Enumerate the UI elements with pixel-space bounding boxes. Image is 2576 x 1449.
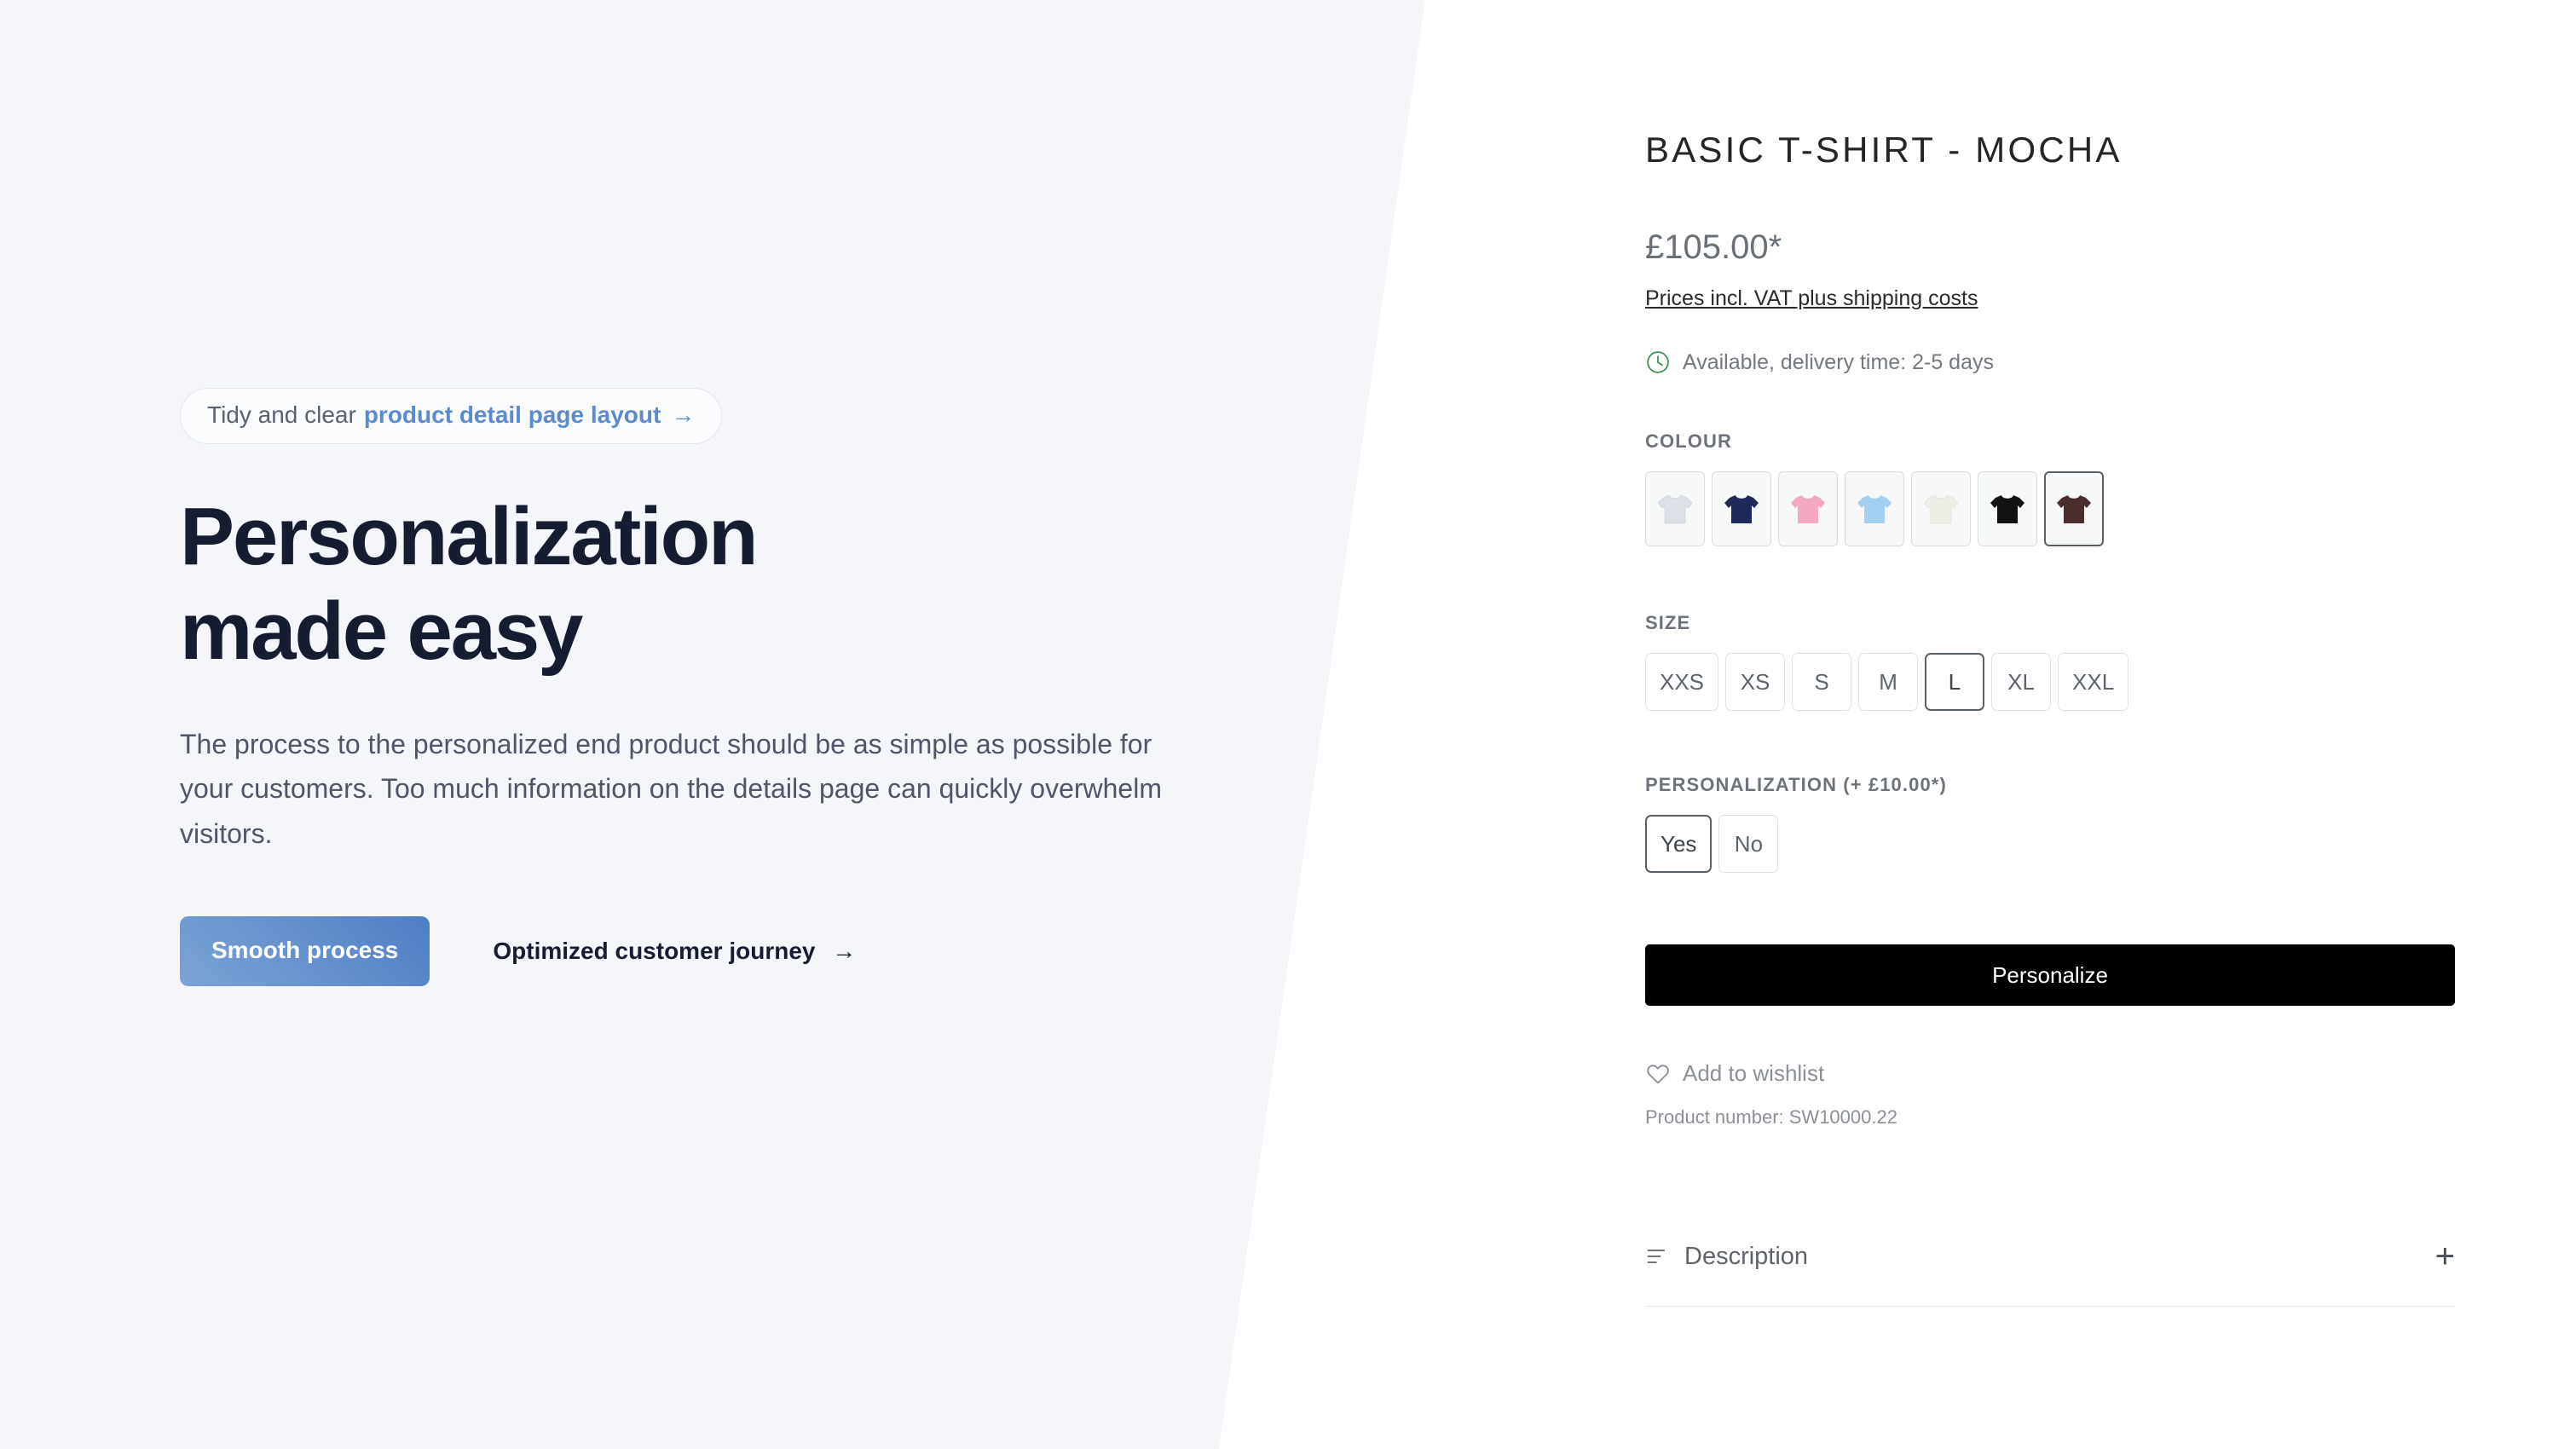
tshirt-icon [1990,495,2024,523]
add-to-wishlist-label: Add to wishlist [1683,1060,1825,1086]
tshirt-icon [1724,495,1759,523]
tshirt-icon [1923,494,1959,524]
size-option-xl[interactable]: XL [1991,653,2052,711]
plus-icon[interactable]: + [2435,1239,2455,1273]
size-option-group: SIZE XXS XS S M L XL XXL [1645,612,2129,711]
description-accordion: Description + [1645,1222,2455,1307]
size-option-m[interactable]: M [1858,653,1919,711]
colour-swatch-row [1645,471,2104,546]
colour-swatch-mocha[interactable] [2044,471,2104,546]
hero-badge-accent: product detail page layout [363,401,661,428]
tshirt-icon [1791,495,1825,523]
size-option-xxl[interactable]: XXL [2058,653,2129,711]
personalization-option-group: PERSONALIZATION (+ £10.00*) Yes No [1645,774,1947,873]
heart-icon [1647,1064,1669,1083]
smooth-process-button[interactable]: Smooth process [180,916,430,987]
colour-swatch-pink[interactable] [1778,471,1838,546]
hero-title-line-2: made easy [180,586,583,678]
hero-title-line-1: Personalization [180,491,759,582]
hero-badge-pill[interactable]: Tidy and clear product detail page layou… [180,388,723,444]
personalization-group-label: PERSONALIZATION (+ £10.00*) [1645,774,1947,795]
product-info-panel: BASIC T-SHIRT - MOCHA £105.00* Prices in… [1645,0,2455,1449]
product-number: Product number: SW10000.22 [1645,1106,1897,1128]
colour-swatch-black[interactable] [1978,471,2037,546]
availability-label: Available, delivery time: 2-5 days [1683,349,1994,374]
availability-status: Available, delivery time: 2-5 days [1645,349,1994,375]
product-price: £105.00* [1645,228,1782,266]
colour-swatch-cream[interactable] [1911,471,1971,546]
tshirt-icon [2057,495,2091,523]
personalization-option-row: Yes No [1645,815,1947,873]
product-detail-page: Tidy and clear product detail page layou… [0,0,2576,1449]
colour-group-label: COLOUR [1645,430,1732,452]
size-option-xs[interactable]: XS [1725,653,1786,711]
page-title: BASIC T-SHIRT - MOCHA [1645,130,2123,170]
personalization-option-yes[interactable]: Yes [1645,815,1713,873]
clock-icon [1647,351,1669,373]
description-lines-icon [1647,1250,1666,1263]
hero-body-text: The process to the personalized end prod… [180,728,1162,849]
arrow-right-icon: → [832,938,857,965]
size-option-s[interactable]: S [1792,653,1852,711]
size-option-row: XXS XS S M L XL XXL [1645,653,2129,711]
hero-left-panel: Tidy and clear product detail page layou… [0,0,1425,1449]
description-accordion-header[interactable]: Description + [1645,1222,2455,1273]
colour-swatch-navy[interactable] [1712,471,1771,546]
tshirt-icon [1857,495,1892,523]
hero-content: Tidy and clear product detail page layou… [180,388,1203,987]
hero-cta-row: Smooth process Optimized customer journe… [180,916,1203,987]
personalize-button[interactable]: Personalize [1645,944,2455,1006]
hero-title: Personalization made easy [180,489,1203,679]
description-accordion-label: Description [1684,1242,1809,1270]
size-group-label: SIZE [1645,612,1691,633]
size-option-xxs[interactable]: XXS [1645,653,1719,711]
colour-swatch-light-grey[interactable] [1645,471,1705,546]
arrow-right-icon: → [671,401,696,428]
tax-shipping-link[interactable]: Prices incl. VAT plus shipping costs [1645,286,1978,311]
add-to-wishlist-button[interactable]: Add to wishlist [1645,1060,1824,1087]
colour-swatch-light-blue[interactable] [1845,471,1904,546]
hero-badge-prefix: Tidy and clear [207,401,356,428]
personalization-option-no[interactable]: No [1718,815,1779,873]
size-option-l[interactable]: L [1925,653,1985,711]
optimized-customer-journey-label: Optimized customer journey [493,938,816,965]
optimized-customer-journey-link[interactable]: Optimized customer journey → [493,938,856,965]
colour-option-group: COLOUR [1645,430,2104,546]
tshirt-icon [1657,494,1693,524]
